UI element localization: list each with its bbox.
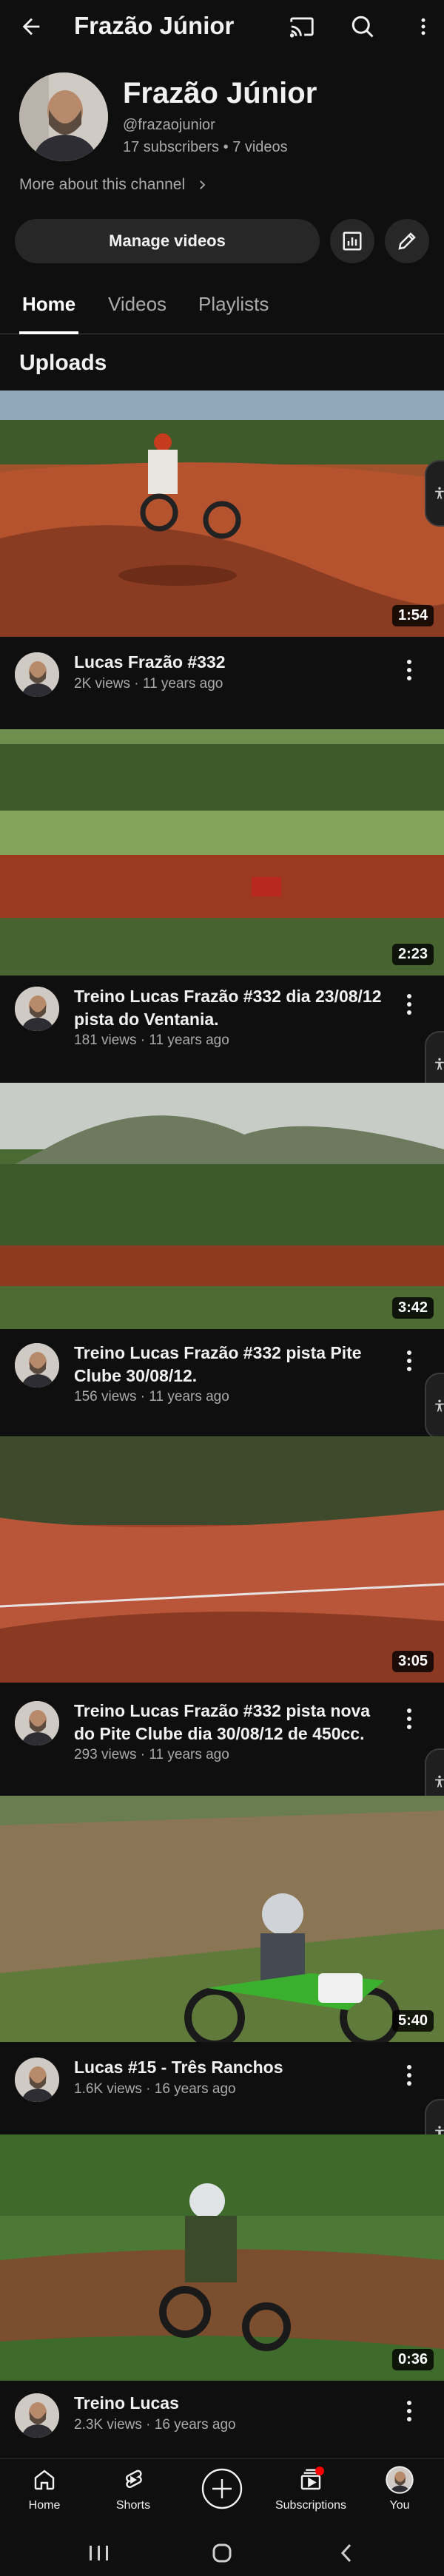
video-title[interactable]: Treino Lucas Frazão #332 pista Pite Club…: [74, 1342, 385, 1387]
video-thumbnail[interactable]: 3:42: [0, 1083, 444, 1329]
nav-home-label: Home: [28, 2499, 61, 2512]
nav-subscriptions-label: Subscriptions: [275, 2499, 347, 2512]
nav-shorts-label: Shorts: [115, 2499, 151, 2512]
more-about-link[interactable]: More about this channel: [19, 176, 209, 194]
video-menu-icon[interactable]: [398, 2395, 420, 2427]
subscriber-count: 17 subscribers: [123, 139, 220, 155]
recent-apps-icon[interactable]: [77, 2538, 121, 2568]
pencil-icon: [398, 232, 416, 250]
channel-stats: 17 subscribers • 7 videos: [123, 139, 288, 156]
video-meta: 2K views · 11 years ago: [74, 676, 223, 692]
uploader-avatar[interactable]: [15, 2393, 59, 2438]
edit-channel-button[interactable]: [385, 219, 429, 263]
uploads-heading: Uploads: [19, 351, 107, 375]
back-button-icon[interactable]: [324, 2538, 369, 2568]
video-menu-icon[interactable]: [398, 654, 420, 686]
video-meta: 1.6K views · 16 years ago: [74, 2081, 236, 2097]
video-count: 7 videos: [232, 139, 288, 155]
accessibility-icon: [435, 487, 444, 499]
create-icon: [201, 2468, 243, 2509]
video-meta: 156 views · 11 years ago: [74, 1389, 229, 1404]
system-navigation-bar: [0, 2529, 444, 2576]
pip-accessibility-handle[interactable]: [425, 460, 444, 527]
back-arrow-icon[interactable]: [15, 10, 47, 43]
duration-badge: 3:05: [391, 1651, 434, 1672]
channel-tabs: Home Videos Playlists: [0, 281, 444, 334]
video-title[interactable]: Treino Lucas Frazão #332 dia 23/08/12 pi…: [74, 985, 385, 1031]
video-thumbnail[interactable]: 0:36: [0, 2134, 444, 2381]
video-item[interactable]: 2:23 Treino Lucas Frazão #332 dia 23/08/…: [0, 729, 444, 1069]
video-menu-icon[interactable]: [398, 1345, 420, 1377]
video-item[interactable]: 0:36 Treino Lucas 2.3K views · 16 years …: [0, 2134, 444, 2460]
duration-badge: 5:40: [391, 2010, 434, 2032]
video-title[interactable]: Lucas Frazão #332: [74, 651, 385, 674]
video-menu-icon[interactable]: [398, 988, 420, 1021]
notification-dot: [315, 2467, 324, 2475]
stats-separator: •: [219, 139, 233, 155]
home-button-icon[interactable]: [200, 2538, 244, 2568]
video-thumbnail[interactable]: 2:23: [0, 729, 444, 976]
video-menu-icon[interactable]: [398, 2059, 420, 2092]
nav-shorts[interactable]: Shorts: [89, 2465, 178, 2524]
video-meta: 2.3K views · 16 years ago: [74, 2417, 236, 2433]
video-item[interactable]: 1:54 Lucas Frazão #332 2K views · 11 yea…: [0, 391, 444, 716]
subscriptions-icon: [296, 2465, 326, 2495]
video-meta: 181 views · 11 years ago: [74, 1032, 229, 1048]
video-thumbnail[interactable]: 5:40: [0, 1796, 444, 2042]
video-thumbnail[interactable]: 1:54: [0, 391, 444, 637]
video-thumbnail[interactable]: 3:05: [0, 1436, 444, 1683]
accessibility-icon: [435, 1399, 444, 1412]
more-vert-icon[interactable]: [407, 10, 440, 43]
video-title[interactable]: Treino Lucas: [74, 2392, 385, 2415]
uploader-avatar[interactable]: [15, 2058, 59, 2102]
more-about-label: More about this channel: [19, 176, 186, 193]
shorts-icon: [118, 2465, 148, 2495]
video-title[interactable]: Treino Lucas Frazão #332 pista nova do P…: [74, 1700, 385, 1745]
channel-avatar[interactable]: [19, 72, 108, 161]
nav-you[interactable]: You: [355, 2465, 444, 2524]
bottom-navigation: Home Shorts Subscriptions You: [0, 2458, 444, 2529]
uploader-avatar[interactable]: [15, 652, 59, 697]
video-item[interactable]: 3:42 Treino Lucas Frazão #332 pista Pite…: [0, 1083, 444, 1438]
analytics-button[interactable]: [330, 219, 374, 263]
search-icon[interactable]: [346, 10, 379, 43]
home-icon: [30, 2465, 59, 2495]
nav-you-label: You: [389, 2499, 410, 2512]
accessibility-icon: [435, 1058, 444, 1070]
top-app-bar: Frazão Júnior: [0, 0, 444, 53]
duration-badge: 1:54: [391, 605, 434, 626]
video-item[interactable]: 5:40 Lucas #15 - Três Ranchos 1.6K views…: [0, 1796, 444, 2134]
duration-badge: 2:23: [391, 944, 434, 965]
channel-handle: @frazaojunior: [123, 117, 215, 133]
video-meta: 293 views · 11 years ago: [74, 1747, 229, 1762]
tab-videos[interactable]: Videos: [108, 293, 166, 316]
manage-videos-button[interactable]: Manage videos: [15, 219, 320, 263]
channel-name: Frazão Júnior: [123, 77, 317, 109]
nav-create[interactable]: [178, 2465, 266, 2524]
header-title: Frazão Júnior: [74, 12, 235, 39]
analytics-icon: [343, 231, 362, 251]
nav-home[interactable]: Home: [0, 2465, 89, 2524]
nav-subscriptions[interactable]: Subscriptions: [266, 2465, 355, 2524]
profile-avatar: [385, 2465, 414, 2495]
duration-badge: 3:42: [391, 1297, 434, 1319]
uploader-avatar[interactable]: [15, 987, 59, 1031]
active-tab-indicator: [19, 331, 78, 334]
tab-playlists[interactable]: Playlists: [198, 293, 269, 316]
uploader-avatar[interactable]: [15, 1701, 59, 1745]
video-title[interactable]: Lucas #15 - Três Ranchos: [74, 2056, 385, 2079]
duration-badge: 0:36: [391, 2349, 434, 2370]
uploader-avatar[interactable]: [15, 1343, 59, 1387]
chevron-right-icon: [200, 180, 206, 189]
pip-accessibility-handle[interactable]: [425, 1373, 444, 1439]
accessibility-icon: [435, 1775, 444, 1788]
video-menu-icon[interactable]: [398, 1703, 420, 1735]
cast-icon[interactable]: [286, 10, 318, 43]
tab-home[interactable]: Home: [22, 293, 75, 316]
video-item[interactable]: 3:05 Treino Lucas Frazão #332 pista nova…: [0, 1436, 444, 1796]
